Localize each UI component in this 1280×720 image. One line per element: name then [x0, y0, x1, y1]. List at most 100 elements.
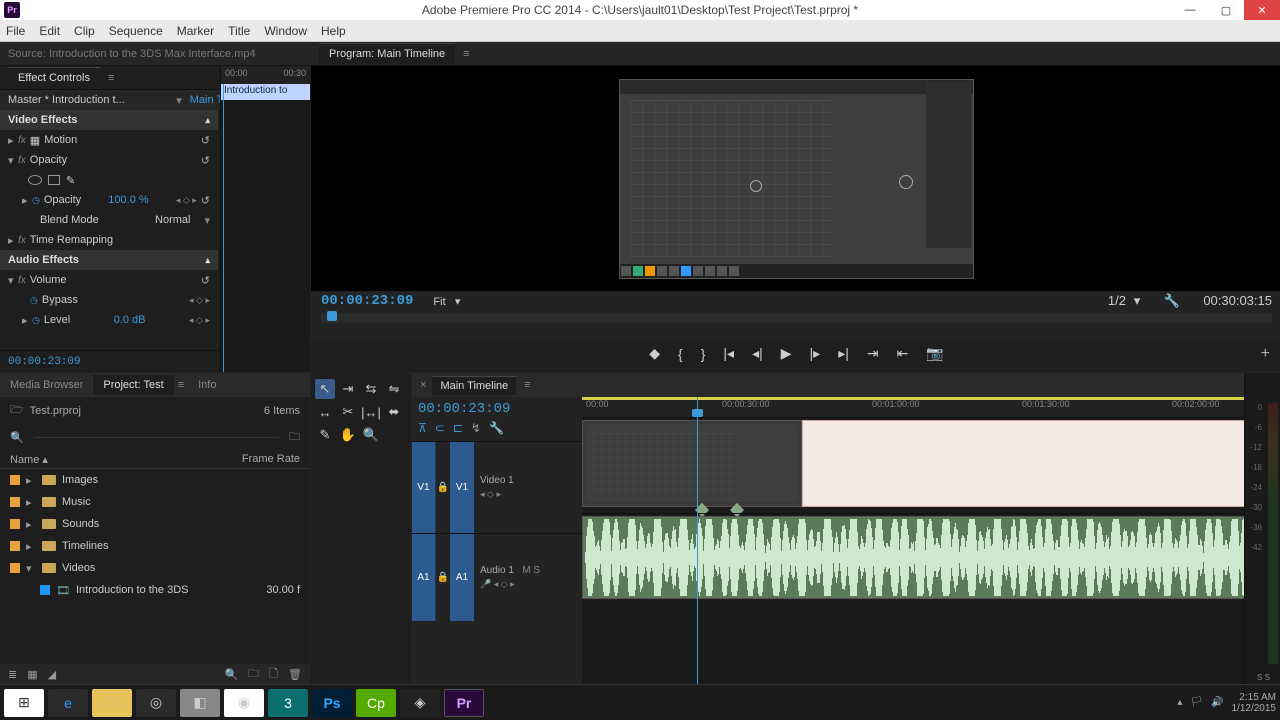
wrench-icon[interactable]: 🔧	[489, 421, 504, 435]
new-item-icon[interactable]: 🗋	[269, 665, 278, 684]
stopwatch-icon[interactable]: ◷	[32, 315, 40, 326]
blend-mode-row[interactable]: Blend Mode Normal ▾	[0, 210, 218, 230]
menu-help[interactable]: Help	[321, 24, 346, 38]
track-target-a1[interactable]: A1	[450, 534, 474, 621]
taskbar-3dsmax[interactable]: 3	[268, 689, 308, 717]
new-bin-icon[interactable]: 🗀	[248, 665, 259, 684]
bypass-param[interactable]: ◷ Bypass ◂ ◇ ▸	[0, 290, 218, 310]
marker-icon[interactable]: ◆	[649, 345, 660, 362]
razor-tool[interactable]: ✂	[338, 402, 358, 422]
button-editor-icon[interactable]: +	[1261, 345, 1270, 363]
start-button[interactable]: ⊞	[4, 689, 44, 717]
tray-expand-icon[interactable]: ▴	[1177, 697, 1182, 708]
out-point-icon[interactable]: }	[701, 346, 706, 362]
keyframe-nav[interactable]: 🎤 ◂ ◇ ▸	[480, 579, 576, 590]
find-icon[interactable]: 🔍	[224, 668, 238, 681]
rolling-edit-tool[interactable]: ⇋	[384, 379, 404, 399]
program-tab[interactable]: Program: Main Timeline	[319, 43, 455, 64]
panel-menu-icon[interactable]: ≡	[108, 72, 114, 84]
tab-project[interactable]: Project: Test	[93, 375, 173, 395]
blend-mode-value[interactable]: Normal	[155, 214, 190, 226]
ec-mini-timeline[interactable]: 00:00 00:30 Introduction to	[220, 66, 310, 372]
effect-opacity[interactable]: ▾fx Opacity ↺	[0, 150, 218, 170]
wrench-icon[interactable]: 🔧	[1164, 293, 1180, 308]
audio-lane[interactable]	[582, 513, 1280, 601]
source-patch-a1[interactable]: A1	[412, 534, 436, 621]
trash-icon[interactable]: 🗑	[288, 668, 302, 681]
taskbar-captivate[interactable]: Cp	[356, 689, 396, 717]
slide-tool[interactable]: ⬌	[384, 402, 404, 422]
taskbar-chrome[interactable]: ◉	[224, 689, 264, 717]
in-point-icon[interactable]: {	[678, 346, 683, 362]
tab-media-browser[interactable]: Media Browser	[0, 375, 93, 395]
scrub-playhead[interactable]	[327, 311, 337, 321]
step-back-icon[interactable]: ◂|	[752, 345, 763, 362]
taskbar-app[interactable]: ◧	[180, 689, 220, 717]
selection-tool[interactable]: ↖	[315, 379, 335, 399]
icon-view-icon[interactable]: ▦	[27, 668, 37, 681]
reset-icon[interactable]: ↺	[201, 194, 210, 207]
panel-menu-icon[interactable]: ≡	[463, 48, 469, 60]
timeline-tab[interactable]: Main Timeline	[432, 376, 516, 395]
pen-mask-icon[interactable]: ✎	[66, 174, 75, 187]
slip-tool[interactable]: |↔|	[361, 402, 381, 422]
search-input[interactable]	[34, 437, 279, 438]
sort-icon[interactable]: ◢	[48, 668, 56, 681]
menu-clip[interactable]: Clip	[74, 24, 95, 38]
panel-menu-icon[interactable]: ≡	[178, 379, 184, 391]
tab-info[interactable]: Info	[188, 375, 226, 395]
taskbar-ie[interactable]: e	[48, 689, 88, 717]
resolution-dropdown[interactable]: 1/2	[1108, 293, 1126, 308]
taskbar-explorer[interactable]: 🗀	[92, 689, 132, 717]
master-clip-label[interactable]: Master * Introduction t...	[8, 94, 176, 106]
track-target-v1[interactable]: V1	[450, 442, 474, 533]
program-scrubber[interactable]	[321, 313, 1272, 323]
audio-clip[interactable]	[582, 516, 1280, 599]
effect-motion[interactable]: ▸fx ▦ Motion ↺	[0, 130, 218, 150]
ripple-edit-tool[interactable]: ⇆	[361, 379, 381, 399]
taskbar-app[interactable]: ◎	[136, 689, 176, 717]
reset-icon[interactable]: ↺	[201, 154, 210, 167]
menu-file[interactable]: File	[6, 24, 25, 38]
col-name[interactable]: Name ▴	[10, 453, 242, 466]
lift-icon[interactable]: ⇥	[867, 345, 879, 362]
video-lane[interactable]	[582, 417, 1280, 509]
list-item[interactable]: ▸Timelines	[0, 535, 310, 557]
play-icon[interactable]: ▶	[781, 345, 792, 362]
pen-tool[interactable]: ✎	[315, 425, 335, 445]
program-timecode[interactable]: 00:00:23:09	[321, 293, 413, 309]
solo-buttons[interactable]: S S	[1245, 673, 1280, 682]
menu-edit[interactable]: Edit	[39, 24, 60, 38]
taskbar-clock[interactable]: 2:15 AM 1/12/2015	[1232, 692, 1277, 714]
zoom-fit-dropdown[interactable]: Fit ▾	[433, 295, 460, 308]
reset-icon[interactable]: ↺	[201, 134, 210, 147]
keyframe-nav[interactable]: ◂ ◇ ▸	[176, 195, 197, 206]
taskbar-photoshop[interactable]: Ps	[312, 689, 352, 717]
taskbar-premiere[interactable]: Pr	[444, 689, 484, 717]
level-param[interactable]: ▸◷ Level 0.0 dB ◂ ◇ ▸	[0, 310, 218, 330]
reset-icon[interactable]: ↺	[201, 274, 210, 287]
track-header-v1[interactable]: V1 🔒 V1 Video 1◂ ◇ ▸	[412, 441, 582, 533]
snap-icon[interactable]: ⊼	[418, 421, 427, 435]
program-viewport[interactable]	[311, 66, 1280, 291]
ec-playhead[interactable]	[223, 84, 224, 372]
linked-selection-icon[interactable]: ⊂	[435, 421, 445, 435]
effect-volume[interactable]: ▾fx Volume ↺	[0, 270, 218, 290]
level-value[interactable]: 0.0 dB	[114, 314, 146, 326]
video-clip[interactable]	[582, 420, 802, 507]
close-button[interactable]: ✕	[1244, 0, 1280, 20]
list-item[interactable]: ▸Images	[0, 469, 310, 491]
menu-window[interactable]: Window	[264, 24, 307, 38]
step-fwd-icon[interactable]: |▸	[810, 345, 821, 362]
stopwatch-icon[interactable]: ◷	[30, 295, 38, 306]
list-item[interactable]: ▸Music	[0, 491, 310, 513]
timeline-timecode[interactable]: 00:00:23:09	[418, 401, 576, 417]
video-clip[interactable]	[802, 420, 1280, 507]
source-patch-v1[interactable]: V1	[412, 442, 436, 533]
ellipse-mask-icon[interactable]	[28, 175, 42, 185]
effect-controls-tab[interactable]: Effect Controls	[8, 67, 100, 88]
keyframe-nav[interactable]: ◂ ◇ ▸	[189, 315, 210, 326]
list-view-icon[interactable]: ≣	[8, 668, 17, 681]
stopwatch-icon[interactable]: ◷	[32, 195, 40, 206]
zoom-tool[interactable]: 🔍	[361, 425, 381, 445]
